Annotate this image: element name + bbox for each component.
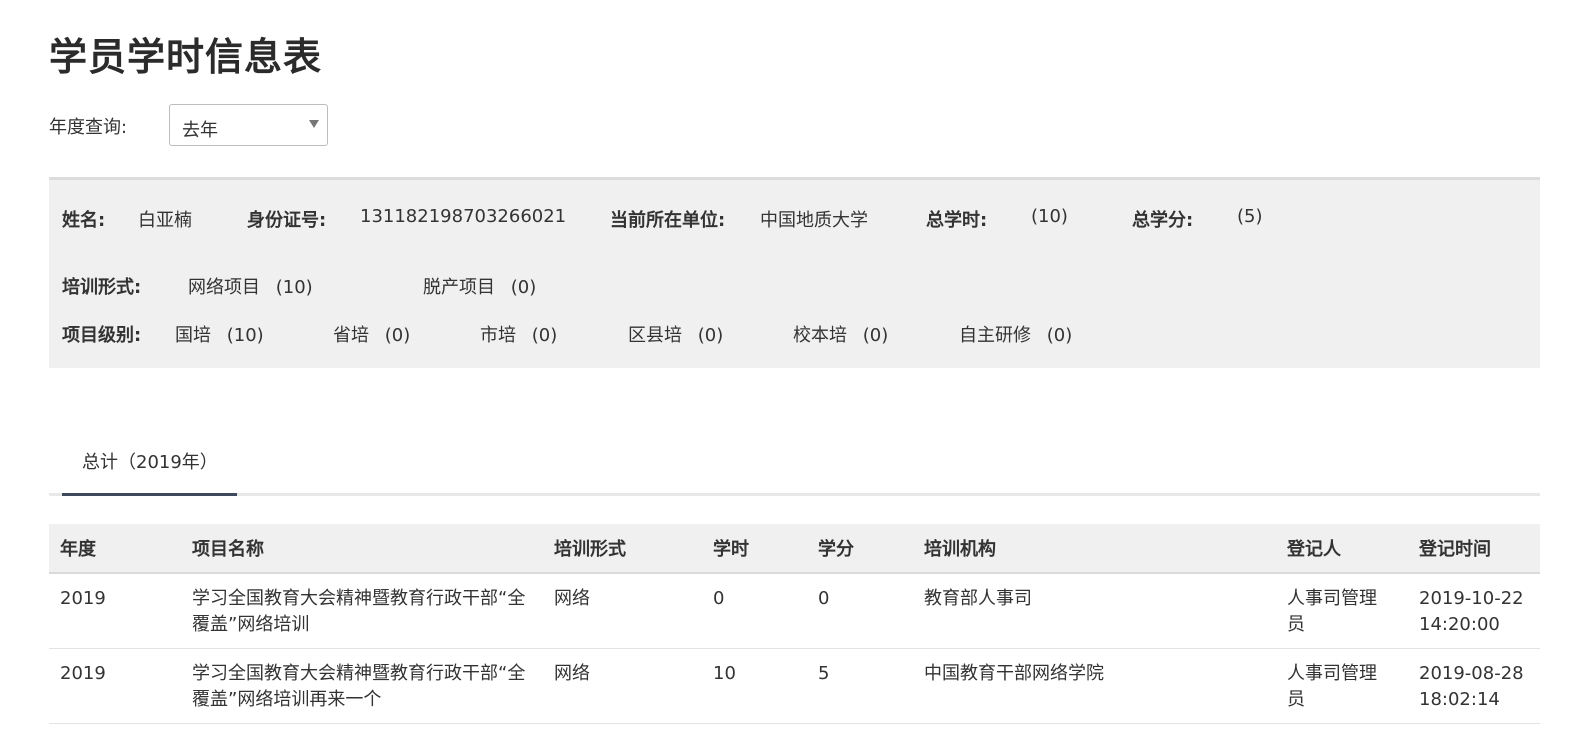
cell-training-form: 网络	[554, 663, 590, 684]
id-number-value: 131182198703266021	[360, 206, 567, 227]
project-level-count: (0)	[384, 325, 411, 346]
tab-total-2019[interactable]: 总计（2019年）	[62, 440, 237, 496]
project-level-count: (0)	[697, 325, 724, 346]
caret-down-icon	[309, 120, 319, 128]
unit-value: 中国地质大学	[760, 210, 868, 231]
project-level-name: 省培	[333, 325, 369, 346]
active-tab-indicator	[62, 493, 237, 496]
project-level-count: (0)	[531, 325, 558, 346]
cell-hours: 0	[713, 588, 725, 609]
page-title: 学员学时信息表	[49, 35, 323, 79]
total-credits-value: (5)	[1237, 206, 1263, 227]
column-header-year: 年度	[60, 539, 96, 560]
total-hours-label: 总学时:	[926, 210, 988, 231]
student-info-panel: 姓名: 白亚楠 身份证号: 131182198703266021 当前所在单位:…	[49, 177, 1540, 368]
project-level-name: 自主研修	[959, 325, 1031, 346]
training-form-name: 网络项目	[188, 277, 260, 298]
page: 学员学时信息表 年度查询: 去年 姓名: 白亚楠 身份证号: 131182198…	[0, 0, 1590, 745]
project-level-name: 市培	[480, 325, 516, 346]
unit-label: 当前所在单位:	[610, 210, 726, 231]
project-level-name: 区县培	[628, 325, 682, 346]
cell-training-form: 网络	[554, 588, 590, 609]
project-level-count: (0)	[862, 325, 889, 346]
table-header-row: 年度 项目名称 培训形式 学时 学分 培训机构 登记人 登记时间	[49, 524, 1540, 573]
cell-year: 2019	[60, 588, 106, 609]
total-hours-value: (10)	[1031, 206, 1068, 227]
project-level-item: 校本培 (0)	[793, 321, 888, 347]
cell-institution: 中国教育干部网络学院	[924, 663, 1104, 684]
year-select-value: 去年	[182, 120, 218, 141]
training-form-label: 培训形式:	[62, 277, 142, 298]
column-header-hours: 学时	[713, 539, 749, 560]
cell-institution: 教育部人事司	[924, 588, 1032, 609]
training-form-count: (10)	[275, 277, 313, 298]
column-header-training-form: 培训形式	[554, 539, 626, 560]
project-level-name: 国培	[175, 325, 211, 346]
cell-registered-time: 2019-08-28 18:02:14	[1419, 663, 1524, 710]
column-header-institution: 培训机构	[924, 539, 996, 560]
cell-registrar: 人事司管理员	[1287, 588, 1377, 635]
cell-registrar: 人事司管理员	[1287, 663, 1377, 710]
column-header-credits: 学分	[818, 539, 854, 560]
cell-project-name: 学习全国教育大会精神暨教育行政干部“全覆盖”网络培训再来一个	[192, 663, 526, 710]
project-level-name: 校本培	[793, 325, 847, 346]
name-label: 姓名:	[62, 210, 106, 231]
training-records-table: 年度 项目名称 培训形式 学时 学分 培训机构 登记人 登记时间 2019 学习…	[49, 524, 1540, 724]
column-header-registrar: 登记人	[1287, 539, 1341, 560]
cell-credits: 0	[818, 588, 830, 609]
training-form-item: 网络项目 (10)	[188, 273, 313, 299]
project-level-item: 区县培 (0)	[628, 321, 723, 347]
project-level-item: 省培 (0)	[333, 321, 410, 347]
column-header-registered-time: 登记时间	[1419, 539, 1491, 560]
tab-label: 总计（2019年）	[82, 452, 218, 473]
year-select[interactable]: 去年	[169, 104, 328, 146]
project-level-label: 项目级别:	[62, 325, 142, 346]
project-level-item: 市培 (0)	[480, 321, 557, 347]
cell-hours: 10	[713, 663, 736, 684]
table-row: 2019 学习全国教育大会精神暨教育行政干部“全覆盖”网络培训 网络 0 0 教…	[49, 573, 1540, 649]
total-credits-label: 总学分:	[1132, 210, 1194, 231]
cell-registered-time: 2019-10-22 14:20:00	[1419, 588, 1524, 635]
training-form-item: 脱产项目 (0)	[423, 273, 536, 299]
cell-project-name: 学习全国教育大会精神暨教育行政干部“全覆盖”网络培训	[192, 588, 526, 635]
project-level-count: (10)	[226, 325, 264, 346]
tab-bar-divider	[49, 493, 1540, 496]
column-header-project-name: 项目名称	[192, 539, 264, 560]
project-level-item: 国培 (10)	[175, 321, 264, 347]
id-number-label: 身份证号:	[247, 210, 327, 231]
training-form-name: 脱产项目	[423, 277, 495, 298]
table-row: 2019 学习全国教育大会精神暨教育行政干部“全覆盖”网络培训再来一个 网络 1…	[49, 649, 1540, 724]
training-form-count: (0)	[510, 277, 537, 298]
cell-credits: 5	[818, 663, 830, 684]
name-value: 白亚楠	[138, 210, 192, 231]
tab-bar: 总计（2019年）	[49, 440, 1540, 498]
project-level-count: (0)	[1046, 325, 1073, 346]
year-filter-label: 年度查询:	[49, 117, 128, 138]
project-level-item: 自主研修 (0)	[959, 321, 1072, 347]
cell-year: 2019	[60, 663, 106, 684]
